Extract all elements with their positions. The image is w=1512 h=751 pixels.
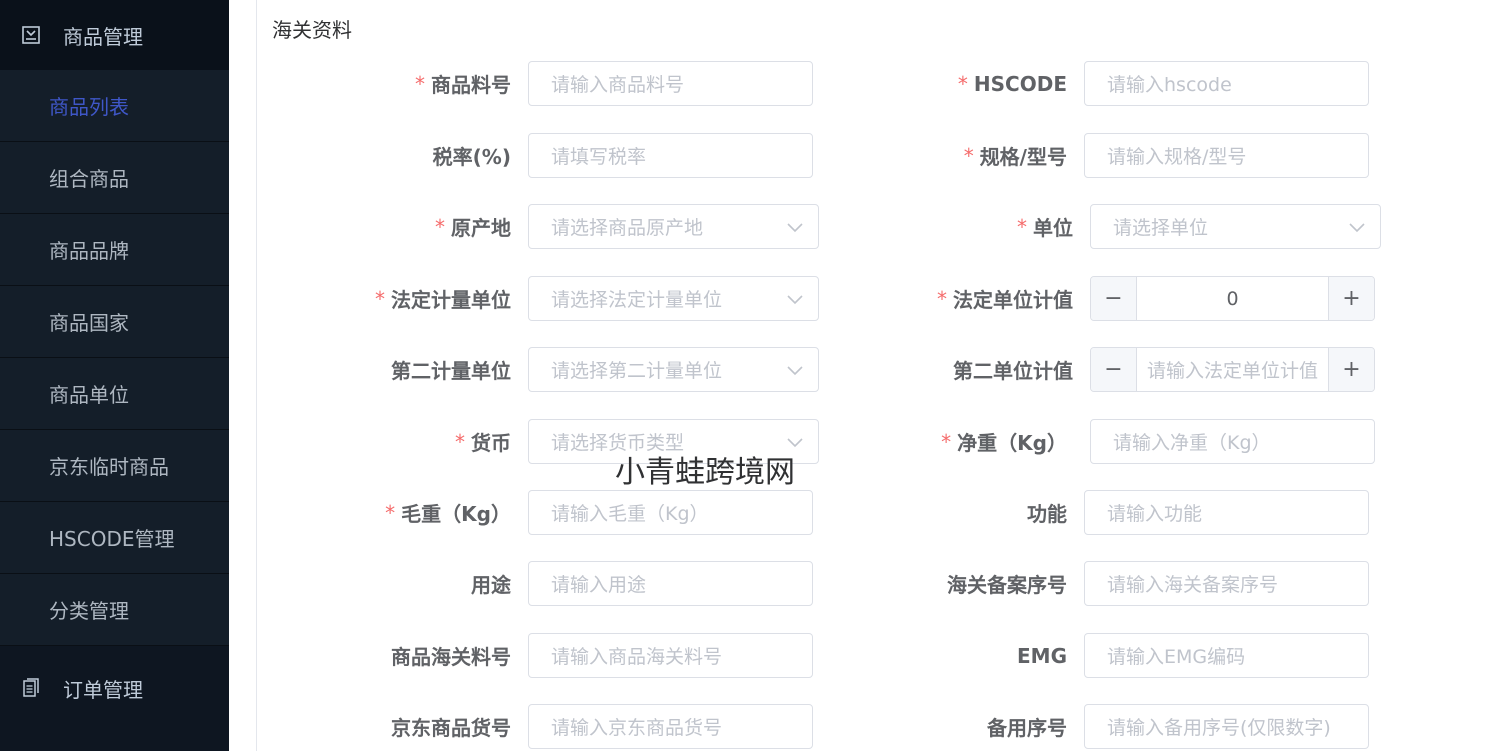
menu-group-label: 商品管理 bbox=[63, 24, 143, 49]
label-hscode: * HSCODE bbox=[957, 71, 1067, 96]
label-net-weight: * 净重（Kg） bbox=[941, 429, 1067, 456]
customs-item-no-input[interactable]: 请输入商品海关料号 bbox=[528, 633, 813, 678]
label-legal-unit: * 法定计量单位 bbox=[375, 286, 511, 313]
label-second-unit-value: 第二单位计值 bbox=[953, 359, 1073, 383]
emg-input[interactable]: 请输入EMG编码 bbox=[1084, 633, 1369, 678]
gross-weight-input[interactable]: 请输入毛重（Kg） bbox=[528, 490, 813, 535]
customs-record-no-input[interactable]: 请输入海关备案序号 bbox=[1084, 561, 1369, 606]
legal-unit-select[interactable]: 请选择法定计量单位 bbox=[528, 276, 819, 321]
hscode-input[interactable]: 请输入hscode bbox=[1084, 61, 1369, 106]
required-mark: * bbox=[957, 71, 968, 96]
legal-unit-value-input[interactable]: 0 bbox=[1137, 277, 1328, 320]
decrease-button[interactable]: − bbox=[1091, 277, 1137, 320]
sidebar-item-label: HSCODE管理 bbox=[49, 527, 175, 551]
legal-unit-value-stepper: − 0 + bbox=[1090, 276, 1375, 321]
required-mark: * bbox=[963, 143, 974, 168]
required-mark: * bbox=[415, 71, 425, 96]
sidebar-item-category-management[interactable]: 分类管理 bbox=[0, 574, 229, 646]
sidebar: 商品管理 商品列表 组合商品 商品品牌 商品国家 商品单位 京东临时商品 HSC… bbox=[0, 0, 229, 751]
sidebar-item-hscode-management[interactable]: HSCODE管理 bbox=[0, 502, 229, 574]
main-content: 海关资料 * 商品料号 请输入商品料号 * HSCODE 请输入hscode 税率(… bbox=[257, 0, 1512, 751]
box-icon bbox=[19, 23, 43, 47]
document-icon bbox=[19, 676, 43, 700]
sidebar-item-product-brand[interactable]: 商品品牌 bbox=[0, 214, 229, 286]
spec-model-input[interactable]: 请输入规格/型号 bbox=[1084, 133, 1369, 178]
increase-button[interactable]: + bbox=[1328, 348, 1374, 391]
sidebar-item-label: 京东临时商品 bbox=[49, 455, 169, 479]
content-gutter bbox=[229, 0, 257, 751]
label-second-unit: 第二计量单位 bbox=[391, 359, 511, 383]
required-mark: * bbox=[455, 429, 465, 454]
required-mark: * bbox=[1017, 214, 1027, 239]
net-weight-input[interactable]: 请输入净重（Kg） bbox=[1090, 419, 1375, 464]
decrease-button[interactable]: − bbox=[1091, 348, 1137, 391]
label-spec-model: * 规格/型号 bbox=[963, 143, 1067, 170]
second-unit-select[interactable]: 请选择第二计量单位 bbox=[528, 347, 819, 392]
sidebar-item-label: 商品国家 bbox=[49, 311, 129, 335]
increase-button[interactable]: + bbox=[1328, 277, 1374, 320]
second-unit-value-stepper: − 请输入法定单位计值 + bbox=[1090, 347, 1375, 392]
spare-no-input[interactable]: 请输入备用序号(仅限数字) bbox=[1084, 704, 1369, 749]
required-mark: * bbox=[941, 429, 952, 454]
label-usage: 用途 bbox=[471, 573, 511, 597]
menu-group-product-management[interactable]: 商品管理 bbox=[0, 0, 229, 70]
sidebar-item-combo-products[interactable]: 组合商品 bbox=[0, 142, 229, 214]
tax-rate-input[interactable]: 请填写税率 bbox=[528, 133, 813, 178]
required-mark: * bbox=[937, 286, 947, 311]
sidebar-item-label: 商品列表 bbox=[49, 95, 129, 119]
unit-select[interactable]: 请选择单位 bbox=[1090, 204, 1381, 249]
usage-input[interactable]: 请输入用途 bbox=[528, 561, 813, 606]
label-currency: * 货币 bbox=[455, 429, 511, 456]
label-unit: * 单位 bbox=[1017, 214, 1073, 241]
sidebar-item-label: 商品单位 bbox=[49, 383, 129, 407]
label-jd-goods-no: 京东商品货号 bbox=[391, 716, 511, 740]
sidebar-item-jd-temp-products[interactable]: 京东临时商品 bbox=[0, 430, 229, 502]
sidebar-item-product-list[interactable]: 商品列表 bbox=[0, 70, 229, 142]
chevron-down-icon bbox=[787, 366, 803, 376]
sidebar-item-label: 分类管理 bbox=[49, 599, 129, 623]
label-item-no: * 商品料号 bbox=[415, 71, 511, 98]
watermark-text: 小青蛙跨境网 bbox=[615, 455, 795, 490]
section-title: 海关资料 bbox=[272, 18, 352, 42]
chevron-down-icon bbox=[787, 295, 803, 305]
sidebar-item-label: 组合商品 bbox=[49, 167, 129, 191]
required-mark: * bbox=[375, 286, 385, 311]
sidebar-item-label: 商品品牌 bbox=[49, 239, 129, 263]
sidebar-item-product-country[interactable]: 商品国家 bbox=[0, 286, 229, 358]
chevron-down-icon bbox=[1349, 223, 1365, 233]
menu-group-order-management[interactable]: 订单管理 bbox=[0, 648, 229, 728]
label-origin: * 原产地 bbox=[435, 214, 511, 241]
label-customs-record-no: 海关备案序号 bbox=[947, 573, 1067, 597]
origin-select[interactable]: 请选择商品原产地 bbox=[528, 204, 819, 249]
second-unit-value-input[interactable]: 请输入法定单位计值 bbox=[1137, 348, 1328, 391]
label-function: 功能 bbox=[1027, 502, 1067, 526]
label-tax-rate: 税率(%) bbox=[432, 145, 511, 169]
required-mark: * bbox=[385, 500, 396, 525]
chevron-down-icon bbox=[787, 223, 803, 233]
sidebar-item-product-unit[interactable]: 商品单位 bbox=[0, 358, 229, 430]
jd-goods-no-input[interactable]: 请输入京东商品货号 bbox=[528, 704, 813, 749]
label-spare-no: 备用序号 bbox=[987, 716, 1067, 740]
function-input[interactable]: 请输入功能 bbox=[1084, 490, 1369, 535]
menu-group-label: 订单管理 bbox=[63, 677, 143, 702]
label-legal-unit-value: * 法定单位计值 bbox=[937, 286, 1073, 313]
label-gross-weight: * 毛重（Kg） bbox=[385, 500, 511, 527]
required-mark: * bbox=[435, 214, 445, 239]
item-no-input[interactable]: 请输入商品料号 bbox=[528, 61, 813, 106]
label-emg: EMG bbox=[1017, 643, 1067, 668]
label-customs-item-no: 商品海关料号 bbox=[391, 645, 511, 669]
